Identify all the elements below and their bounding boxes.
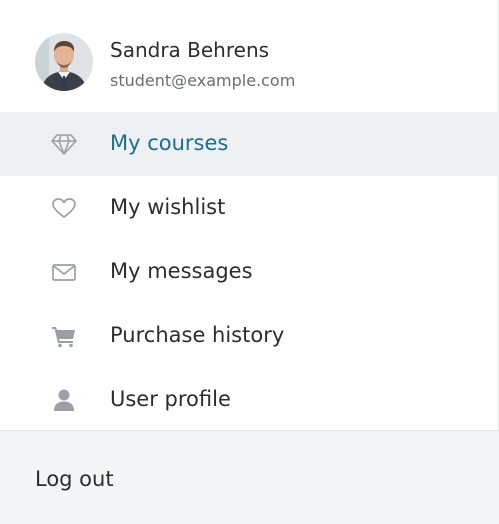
user-account-menu: Sandra Behrens student@example.com My co…	[0, 0, 499, 524]
menu-item-my-wishlist[interactable]: My wishlist	[0, 176, 499, 240]
menu-item-purchase-history[interactable]: Purchase history	[0, 304, 499, 368]
menu-item-label: My messages	[110, 259, 253, 283]
cart-icon	[51, 324, 77, 348]
menu-item-user-profile[interactable]: User profile	[0, 368, 499, 432]
user-email: student@example.com	[110, 71, 296, 90]
menu-item-label: Purchase history	[110, 323, 285, 347]
menu-item-my-messages[interactable]: My messages	[0, 240, 499, 304]
user-icon	[51, 388, 77, 412]
diamond-icon	[51, 132, 77, 156]
heart-icon	[51, 196, 77, 220]
user-name: Sandra Behrens	[110, 38, 270, 62]
avatar	[35, 33, 93, 91]
profile-header: Sandra Behrens student@example.com	[0, 0, 499, 112]
avatar-image	[35, 33, 93, 91]
menu-item-label: My wishlist	[110, 195, 226, 219]
envelope-icon	[51, 260, 77, 284]
menu-item-my-courses[interactable]: My courses	[0, 112, 499, 176]
logout-button[interactable]: Log out	[35, 465, 114, 493]
menu-footer: Log out	[0, 430, 499, 524]
menu-item-label: My courses	[110, 131, 229, 155]
menu-item-label: User profile	[110, 387, 231, 411]
